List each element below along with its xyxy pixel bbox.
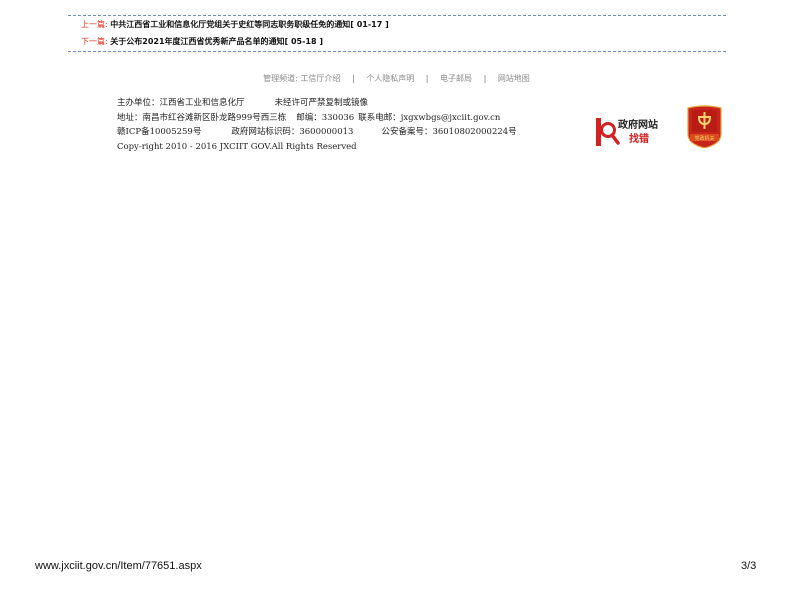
- footer-link-intro[interactable]: 工信厅介绍: [300, 74, 340, 83]
- info-registration-line: 赣ICP备10005259号 政府网站标识码：3600000013 公安备案号：36…: [117, 127, 517, 138]
- footer-link-email[interactable]: 电子邮局: [440, 74, 472, 83]
- next-article-link[interactable]: 关于公布2021年度江西省优秀新产品名单的通知: [110, 37, 284, 46]
- next-article-date: [ 05-18 ]: [284, 37, 323, 46]
- prev-article-link[interactable]: 中共江西省工业和信息化厅党组关于史红等同志职务职级任免的通知: [110, 20, 350, 29]
- footer-separator: |: [483, 74, 487, 83]
- info-sponsor-line: 主办单位：江西省工业和信息化厅 未经许可严禁复制或镜像: [117, 98, 368, 109]
- sponsor-text: 主办单位：江西省工业和信息化厅: [117, 98, 245, 108]
- prev-article-date: [ 01-17 ]: [350, 20, 389, 29]
- gov-badge-line1: 政府网站: [618, 120, 658, 131]
- page-url: www.jxciit.gov.cn/Item/77651.aspx: [35, 560, 202, 572]
- copy-notice: 未经许可严禁复制或镜像: [274, 98, 369, 108]
- email-text: 联系电邮：jxgxwbgs@jxciit.gov.cn: [358, 113, 501, 123]
- footer-separator: |: [425, 74, 429, 83]
- page-number: 3/3: [741, 560, 757, 572]
- next-label: 下一篇:: [81, 37, 108, 46]
- footer-link-sitemap[interactable]: 网站地图: [498, 74, 530, 83]
- copyright-text: Copy-right 2010 - 2016 JXCIIT GOV.All Ri…: [117, 142, 357, 152]
- footer-links: 管理频道: 工信厅介绍 | 个人隐私声明 | 电子邮局 | 网站地图: [0, 73, 793, 84]
- next-article[interactable]: 下一篇: 关于公布2021年度江西省优秀新产品名单的通知[ 05-18 ]: [81, 37, 323, 47]
- icp-text[interactable]: 赣ICP备10005259号: [117, 127, 201, 137]
- copyright-line: Copy-right 2010 - 2016 JXCIIT GOV.All Ri…: [117, 142, 357, 153]
- prev-article[interactable]: 上一篇: 中共江西省工业和信息化厅党组关于史红等同志职务职级任免的通知[ 01-…: [81, 20, 389, 30]
- info-address-line: 地址：南昌市红谷滩新区卧龙路999号西三栋 邮编：330036 联系电邮：jxgxw…: [117, 113, 500, 124]
- footer-separator: |: [351, 74, 355, 83]
- footer-prefix: 管理频道:: [263, 74, 298, 83]
- postcode-text: 邮编：330036: [296, 113, 355, 123]
- police-record-text[interactable]: 公安备案号：36010802000224号: [381, 127, 516, 137]
- magnifier-icon: [596, 118, 620, 146]
- address-text: 地址：南昌市红谷滩新区卧龙路999号西三栋: [117, 113, 287, 123]
- article-nav: 上一篇: 中共江西省工业和信息化厅党组关于史红等同志职务职级任免的通知[ 01-…: [68, 15, 726, 52]
- party-badge-text: 党政机关: [694, 136, 715, 142]
- footer-link-privacy[interactable]: 个人隐私声明: [366, 74, 414, 83]
- gov-badge-line2: 找错: [629, 134, 649, 145]
- party-gov-badge[interactable]: 党政机关: [686, 104, 723, 149]
- prev-label: 上一篇:: [81, 20, 108, 29]
- site-id-text: 政府网站标识码：3600000013: [231, 127, 354, 137]
- gov-site-error-badge[interactable]: 政府网站 找错: [596, 116, 664, 148]
